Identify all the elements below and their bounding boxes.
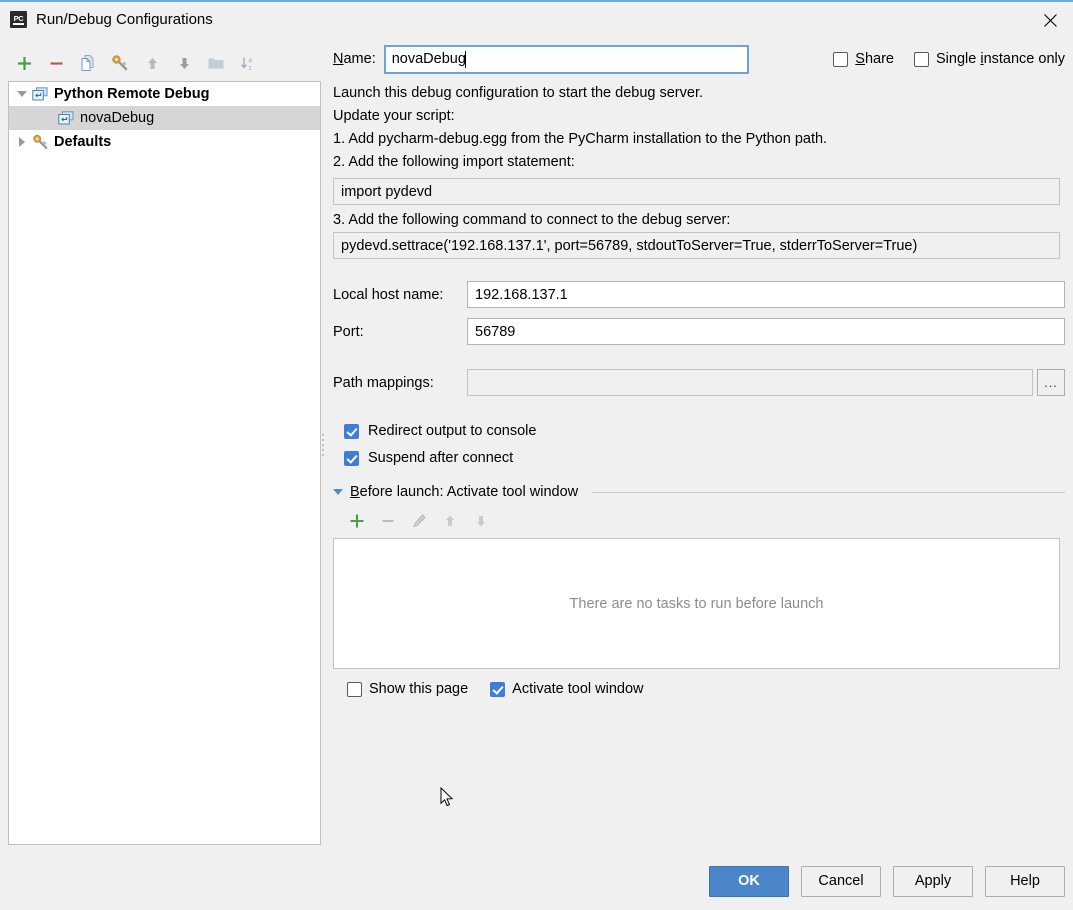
import-statement-value: import pydevd — [341, 183, 433, 200]
configuration-form: Name: novaDebug Share Single instance on… — [333, 44, 1065, 697]
tasks-empty-message: There are no tasks to run before launch — [569, 595, 824, 612]
edit-defaults-button[interactable] — [104, 48, 136, 78]
before-launch-options: Show this page Activate tool window — [347, 681, 1065, 697]
description-line-3: 1. Add pycharm-debug.egg from the PyChar… — [333, 131, 828, 147]
show-this-page-checkbox[interactable]: Show this page — [347, 681, 468, 697]
remote-debug-icon — [57, 110, 75, 126]
title-bar: PC Run/Debug Configurations — [0, 0, 1073, 37]
settrace-command-field[interactable]: pydevd.settrace('192.168.137.1', port=56… — [333, 232, 1060, 259]
path-mappings-browse-button[interactable]: ... — [1037, 369, 1065, 396]
tree-node-label: novaDebug — [80, 110, 155, 126]
name-input[interactable]: novaDebug — [383, 44, 749, 74]
local-host-name-row: Local host name: 192.168.137.1 — [333, 281, 1065, 308]
configurations-tree[interactable]: Python Remote Debug novaDebug Defaults — [8, 81, 321, 845]
chevron-down-icon[interactable] — [13, 82, 31, 106]
chevron-down-icon[interactable] — [333, 489, 343, 495]
before-launch-header[interactable]: Before launch: Activate tool window — [333, 484, 1065, 500]
description-line-4: 2. Add the following import statement: — [333, 154, 575, 170]
settrace-command-value: pydevd.settrace('192.168.137.1', port=56… — [341, 237, 918, 254]
share-checkbox-box — [833, 51, 849, 67]
move-down-button[interactable] — [168, 48, 200, 78]
suspend-after-connect-checkbox[interactable]: Suspend after connect — [344, 450, 1065, 466]
port-input[interactable]: 56789 — [467, 318, 1065, 345]
add-task-button[interactable] — [341, 508, 372, 534]
help-button[interactable]: Help — [985, 865, 1065, 897]
remove-task-button[interactable] — [372, 508, 403, 534]
tree-node-defaults[interactable]: Defaults — [9, 130, 320, 154]
move-up-button[interactable] — [136, 48, 168, 78]
mouse-cursor — [440, 786, 454, 808]
configurations-toolbar: a z — [8, 46, 320, 80]
text-caret — [464, 50, 466, 68]
task-move-down-button[interactable] — [465, 508, 496, 534]
name-input-value: novaDebug — [391, 51, 466, 67]
share-checkbox-label: Share — [855, 51, 894, 67]
panel-splitter[interactable] — [320, 430, 325, 460]
local-host-name-input[interactable]: 192.168.137.1 — [467, 281, 1065, 308]
show-this-page-checkbox-box — [347, 681, 362, 697]
activate-tool-window-checkbox-box — [490, 681, 506, 697]
add-configuration-button[interactable] — [8, 48, 40, 78]
single-instance-only-checkbox[interactable]: Single instance only — [914, 51, 1065, 67]
suspend-after-connect-checkbox-box — [344, 450, 359, 466]
window-title: Run/Debug Configurations — [36, 11, 213, 28]
port-label: Port: — [333, 323, 364, 340]
wrench-gear-icon — [31, 134, 49, 150]
copy-configuration-button[interactable] — [72, 48, 104, 78]
sort-alpha-icon[interactable]: a z — [232, 48, 264, 78]
folder-icon[interactable] — [200, 48, 232, 78]
activate-tool-window-label: Activate tool window — [512, 681, 644, 697]
task-move-up-button[interactable] — [434, 508, 465, 534]
chevron-right-icon[interactable] — [13, 130, 31, 154]
name-label: Name: — [333, 51, 376, 67]
redirect-output-checkbox[interactable]: Redirect output to console — [344, 423, 1065, 439]
local-host-name-value: 192.168.137.1 — [475, 286, 568, 303]
description-text: Launch this debug configuration to start… — [333, 82, 1065, 174]
name-row: Name: novaDebug Share Single instance on… — [333, 44, 1065, 74]
single-instance-checkbox-label: Single instance only — [936, 51, 1065, 67]
pycharm-icon: PC — [10, 11, 27, 28]
description-line-1: Launch this debug configuration to start… — [333, 85, 703, 101]
name-row-options: Share Single instance only — [833, 51, 1065, 67]
share-checkbox[interactable]: Share — [833, 51, 894, 67]
import-statement-field[interactable]: import pydevd — [333, 178, 1060, 205]
description-line-2: Update your script: — [333, 108, 455, 124]
activate-tool-window-checkbox[interactable]: Activate tool window — [490, 681, 644, 697]
before-launch-tasks-list[interactable]: There are no tasks to run before launch — [333, 538, 1060, 669]
before-launch-toolbar — [341, 507, 1065, 535]
tree-node-novadebug[interactable]: novaDebug — [9, 106, 320, 130]
single-instance-checkbox-box — [914, 51, 929, 67]
dialog-button-bar: OK Cancel Apply Help — [0, 852, 1073, 910]
close-icon[interactable] — [1027, 2, 1073, 38]
path-mappings-row: Path mappings: ... — [333, 369, 1065, 396]
cancel-button[interactable]: Cancel — [801, 865, 881, 897]
pencil-icon[interactable] — [403, 508, 434, 534]
tree-node-python-remote-debug[interactable]: Python Remote Debug — [9, 82, 320, 106]
local-host-name-label: Local host name: — [333, 286, 444, 303]
path-mappings-label: Path mappings: — [333, 374, 434, 391]
svg-text:z: z — [248, 65, 251, 71]
svg-text:a: a — [248, 58, 252, 64]
remove-configuration-button[interactable] — [40, 48, 72, 78]
before-launch-title: Before launch: Activate tool window — [350, 484, 579, 500]
suspend-after-connect-label: Suspend after connect — [368, 450, 514, 466]
redirect-output-label: Redirect output to console — [368, 423, 537, 439]
apply-button[interactable]: Apply — [893, 865, 973, 897]
tree-node-label: Python Remote Debug — [54, 86, 210, 102]
path-mappings-input[interactable] — [467, 369, 1033, 396]
show-this-page-label: Show this page — [369, 681, 469, 697]
separator-line — [592, 491, 1065, 493]
port-value: 56789 — [475, 323, 516, 340]
step3-label: 3. Add the following command to connect … — [333, 212, 731, 228]
remote-debug-icon — [31, 86, 49, 102]
ok-button[interactable]: OK — [709, 865, 789, 897]
port-row: Port: 56789 — [333, 318, 1065, 345]
redirect-output-checkbox-box — [344, 423, 359, 439]
run-debug-configurations-dialog: PC Run/Debug Configurations a z Python R… — [0, 0, 1073, 910]
tree-node-label: Defaults — [54, 134, 112, 150]
